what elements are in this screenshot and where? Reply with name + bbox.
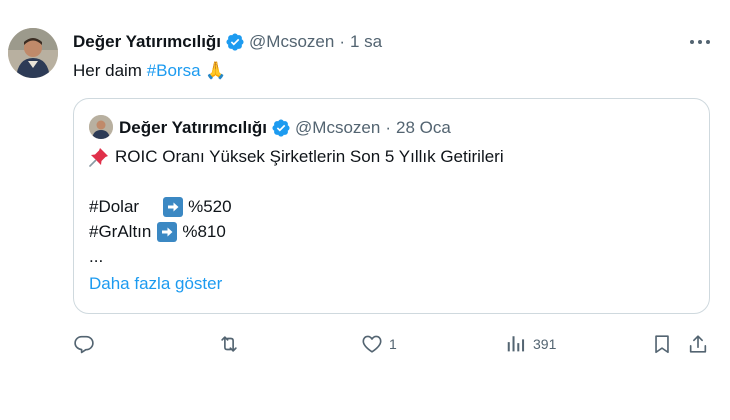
pushpin-icon bbox=[89, 147, 108, 167]
verified-badge-icon bbox=[272, 119, 290, 137]
author-name[interactable]: Değer Yatırımcılığı bbox=[73, 32, 221, 52]
show-more-link[interactable]: Daha fazla göster bbox=[89, 274, 222, 294]
quoted-avatar[interactable] bbox=[89, 115, 113, 139]
quoted-ellipsis: ... bbox=[89, 247, 104, 266]
separator-dot: · bbox=[385, 118, 391, 137]
tag-graltin: #GrAltın bbox=[89, 222, 152, 241]
value-dolar: %520 bbox=[188, 197, 232, 216]
tag-dolar: #Dolar bbox=[89, 197, 140, 216]
author-handle[interactable]: @Mcsozen bbox=[249, 32, 334, 52]
tweet-text-prefix: Her daim bbox=[73, 61, 147, 80]
bookmark-icon bbox=[655, 335, 669, 354]
retweet-button[interactable] bbox=[218, 330, 246, 358]
like-button[interactable]: 1 bbox=[361, 330, 397, 358]
avatar[interactable] bbox=[8, 28, 58, 78]
views-count: 391 bbox=[533, 336, 557, 352]
separator-dot: · bbox=[339, 32, 345, 51]
quoted-line-graltin: #GrAltın %810 bbox=[89, 219, 504, 244]
tweet[interactable]: Değer Yatırımcılığı @Mcsozen · 1 sa Her … bbox=[0, 0, 730, 420]
quoted-timestamp[interactable]: 28 Oca bbox=[396, 118, 451, 138]
quoted-line-dolar: #Dolar %520 bbox=[89, 194, 504, 219]
like-count: 1 bbox=[389, 336, 397, 352]
retweet-icon bbox=[221, 336, 237, 352]
action-bar: 1 391 bbox=[73, 330, 718, 358]
more-icon[interactable] bbox=[687, 31, 713, 53]
quoted-author-handle[interactable]: @Mcsozen bbox=[295, 118, 380, 138]
heart-icon bbox=[362, 335, 382, 353]
quoted-title-line: ROIC Oranı Yüksek Şirketlerin Son 5 Yıll… bbox=[89, 144, 504, 169]
views-button[interactable]: 391 bbox=[505, 330, 556, 358]
tweet-header: Değer Yatırımcılığı @Mcsozen · 1 sa bbox=[73, 30, 382, 54]
right-arrow-icon bbox=[157, 221, 178, 242]
quoted-header: Değer Yatırımcılığı @Mcsozen · 28 Oca bbox=[119, 116, 451, 140]
quoted-title: ROIC Oranı Yüksek Şirketlerin Son 5 Yıll… bbox=[115, 147, 504, 166]
views-icon bbox=[507, 336, 525, 352]
tweet-text: Her daim #Borsa 🙏 bbox=[73, 58, 226, 84]
quoted-tweet[interactable]: Değer Yatırımcılığı @Mcsozen · 28 Oca RO… bbox=[73, 98, 710, 314]
timestamp[interactable]: 1 sa bbox=[350, 32, 382, 52]
share-icon bbox=[689, 335, 707, 353]
reply-icon bbox=[74, 335, 94, 354]
share-button[interactable] bbox=[687, 330, 709, 358]
quoted-author-name[interactable]: Değer Yatırımcılığı bbox=[119, 118, 267, 138]
right-arrow-icon bbox=[163, 196, 184, 217]
verified-badge-icon bbox=[226, 33, 244, 51]
quoted-text: ROIC Oranı Yüksek Şirketlerin Son 5 Yıll… bbox=[89, 144, 504, 269]
reply-button[interactable] bbox=[73, 330, 101, 358]
value-graltin: %810 bbox=[182, 222, 226, 241]
emoji: 🙏 bbox=[205, 61, 227, 80]
bookmark-button[interactable] bbox=[651, 330, 673, 358]
hashtag-link[interactable]: #Borsa bbox=[147, 61, 201, 80]
